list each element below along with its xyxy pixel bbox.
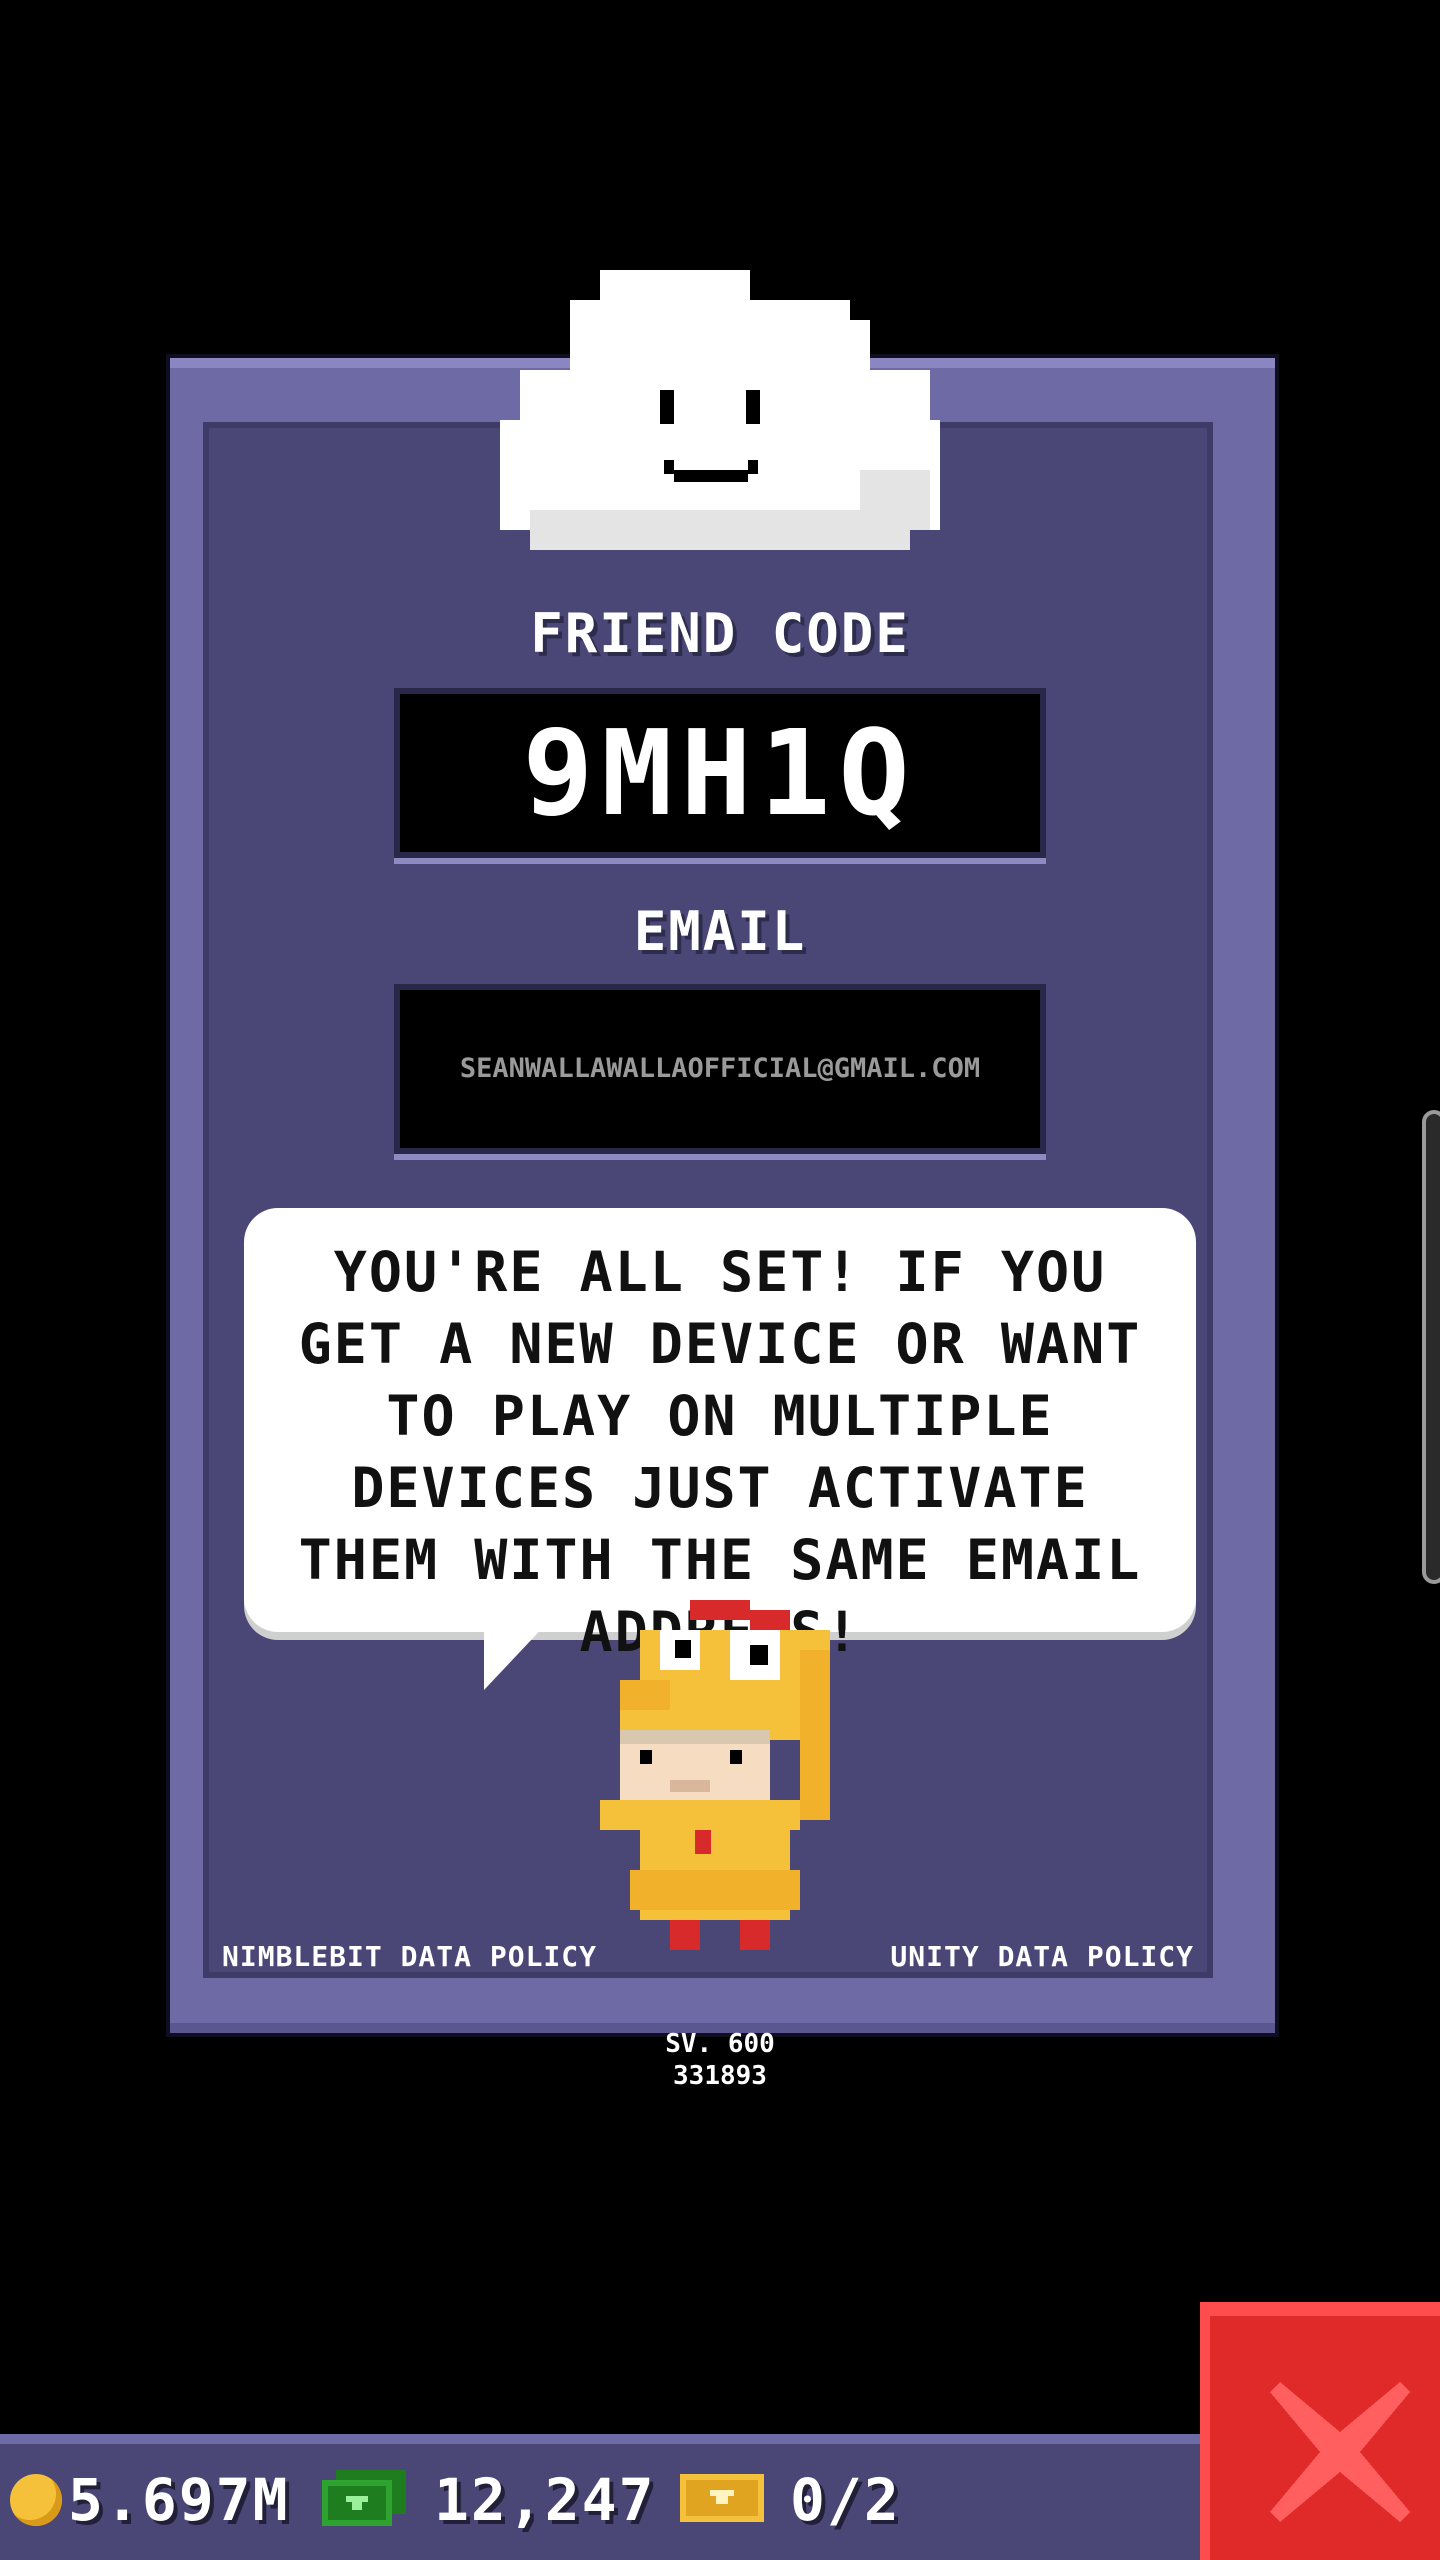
- cloud-mascot-icon: [500, 270, 940, 550]
- friend-code-value: 9MH1Q: [522, 704, 918, 842]
- speech-bubble-text: YOU'RE ALL SET! IF YOU GET A NEW DEVICE …: [298, 1240, 1142, 1664]
- friend-code-label: FRIEND CODE: [530, 602, 910, 665]
- edge-panel-handle[interactable]: [1422, 1110, 1440, 1584]
- bux-icon: [322, 2470, 406, 2526]
- version-info: SV. 600 331893: [0, 2028, 1440, 2092]
- tickets-value: 0/2: [790, 2466, 901, 2534]
- close-button[interactable]: [1200, 2302, 1440, 2560]
- nimblebit-data-policy-link[interactable]: NIMBLEBIT DATA POLICY: [222, 1940, 597, 1973]
- coin-icon: [10, 2474, 62, 2526]
- chicken-costume-character: [600, 1600, 830, 1950]
- version-line-2: 331893: [673, 2061, 767, 2091]
- bux-value: 12,247: [434, 2466, 656, 2534]
- ticket-icon: [680, 2474, 764, 2522]
- email-value[interactable]: SEANWALLAWALLAOFFICIAL@GMAIL.COM: [394, 984, 1046, 1154]
- speech-bubble-tail: [484, 1620, 550, 1690]
- close-icon: [1270, 2382, 1410, 2522]
- unity-data-policy-link[interactable]: UNITY DATA POLICY: [890, 1940, 1194, 1973]
- email-label: EMAIL: [633, 900, 807, 963]
- coins-value: 5.697M: [68, 2466, 290, 2534]
- version-line-1: SV. 600: [665, 2029, 775, 2059]
